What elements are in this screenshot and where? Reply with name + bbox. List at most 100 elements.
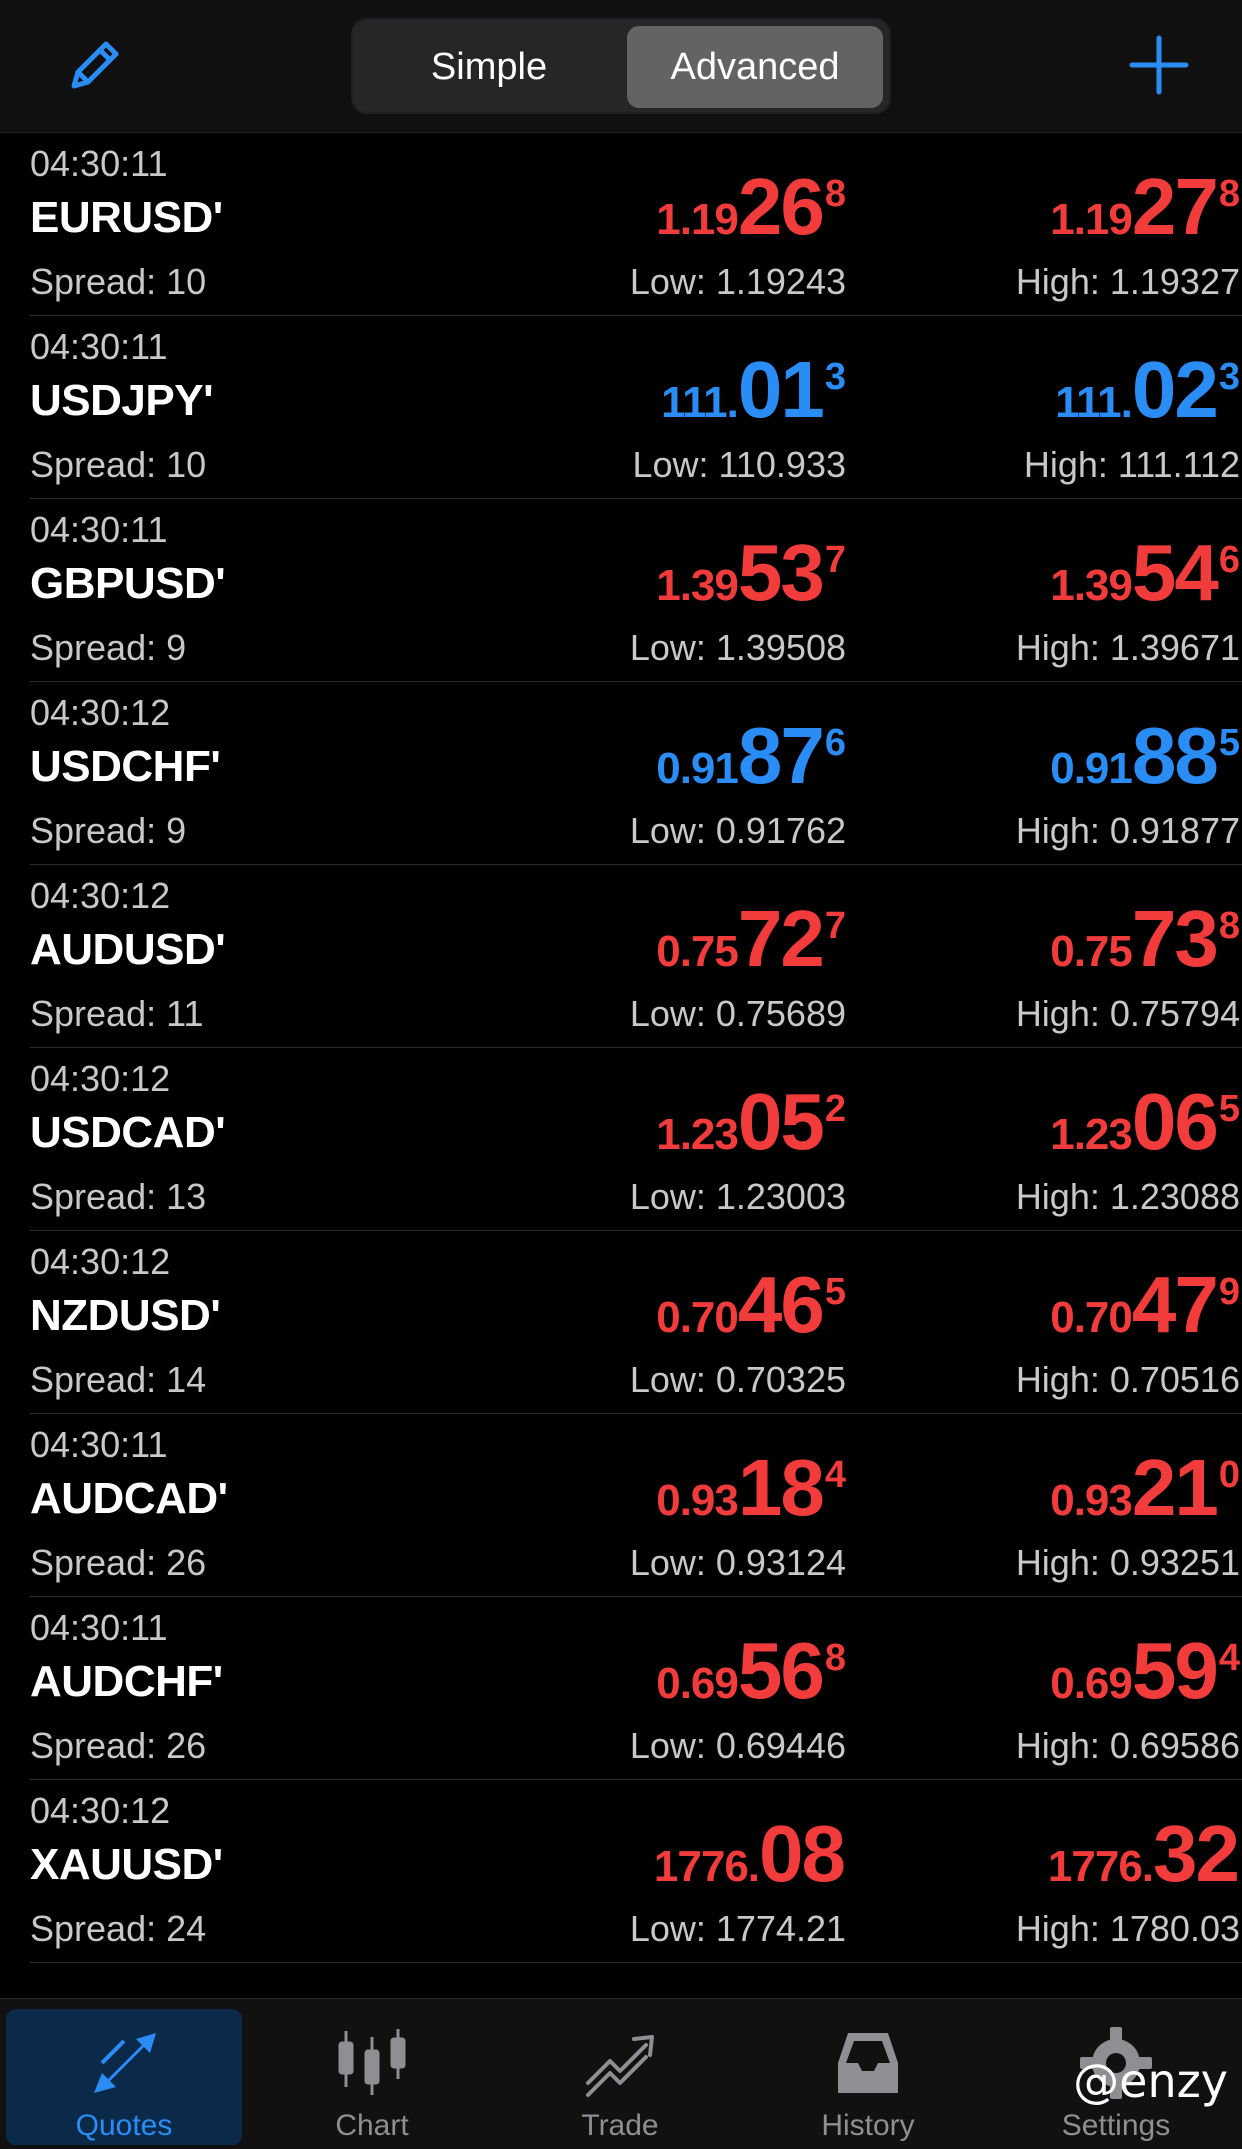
quote-time: 04:30:12 <box>30 1241 171 1282</box>
tab-history[interactable]: History <box>750 2009 986 2145</box>
quote-high: High: 0.93251 <box>1015 1542 1240 1583</box>
quote-row[interactable]: 04:30:12 XAUUSD' Spread: 24 1776.08 1776.32 L… <box>30 1780 1242 1963</box>
edit-button[interactable] <box>60 30 130 100</box>
bid-price-pips: 87 <box>737 711 825 800</box>
quote-time: 04:30:11 <box>30 509 168 550</box>
quote-row[interactable]: 04:30:12 USDCHF' Spread: 9 0.91876 0.91885 Lo… <box>30 682 1242 865</box>
quote-high: High: 1.39671 <box>1015 627 1240 668</box>
bid-price-prefix: 111. <box>661 378 739 427</box>
ask-price-pips: 27 <box>1131 162 1219 251</box>
bid-price[interactable]: 0.93184 <box>656 1448 846 1528</box>
ask-price-fraction: 8 <box>1218 173 1240 215</box>
bid-price[interactable]: 0.69568 <box>656 1631 846 1711</box>
quote-low: Low: 1.23003 <box>629 1176 846 1217</box>
quote-symbol: AUDUSD' <box>30 925 226 974</box>
tab-label-history: History <box>821 2109 915 2142</box>
bid-price-prefix: 0.75 <box>656 927 739 976</box>
bid-price-prefix: 0.93 <box>656 1476 739 1525</box>
bid-price-prefix: 1.23 <box>656 1110 739 1159</box>
bid-price[interactable]: 1.39537 <box>656 533 846 613</box>
quote-low: Low: 0.69446 <box>629 1725 846 1766</box>
tab-label-trade: Trade <box>581 2109 659 2142</box>
ask-price-prefix: 1.39 <box>1050 561 1133 610</box>
bid-price[interactable]: 0.91876 <box>656 716 846 796</box>
quote-spread: Spread: 10 <box>30 261 207 302</box>
ask-price-pips: 32 <box>1153 1809 1240 1898</box>
ask-price-fraction: 3 <box>1218 356 1240 398</box>
quote-row[interactable]: 04:30:12 USDCAD' Spread: 13 1.23052 1.23065 L… <box>30 1048 1242 1231</box>
quote-spread: Spread: 24 <box>30 1908 207 1949</box>
bid-price[interactable]: 1.23052 <box>656 1082 846 1162</box>
quote-high: High: 1.19327 <box>1015 261 1240 302</box>
bid-price-prefix: 0.91 <box>656 744 739 793</box>
quote-row[interactable]: 04:30:12 AUDUSD' Spread: 11 0.75727 0.75738 L… <box>30 865 1242 1048</box>
ask-price-prefix: 0.93 <box>1050 1476 1133 1525</box>
quote-time: 04:30:12 <box>30 875 171 916</box>
ask-price-pips: 21 <box>1131 1443 1219 1532</box>
bid-price-prefix: 0.69 <box>656 1659 739 1708</box>
ask-price[interactable]: 1776.32 <box>1048 1814 1240 1894</box>
inbox-tray-icon <box>838 2033 898 2093</box>
quote-low: Low: 110.933 <box>632 444 846 485</box>
quote-low: Low: 0.91762 <box>629 810 846 851</box>
bid-price[interactable]: 1776.08 <box>654 1814 846 1894</box>
bid-price-pips: 26 <box>737 162 825 251</box>
top-toolbar: Simple Advanced <box>0 0 1242 133</box>
quote-row[interactable]: 04:30:11 AUDCAD' Spread: 26 0.93184 0.93210 L… <box>30 1414 1242 1597</box>
bid-price-fraction: 6 <box>824 722 846 764</box>
ask-price[interactable]: 111.023 <box>1055 350 1240 430</box>
bid-price[interactable]: 111.013 <box>661 350 846 430</box>
quote-spread: Spread: 26 <box>30 1542 207 1583</box>
ask-price[interactable]: 0.75738 <box>1050 899 1240 979</box>
ask-price[interactable]: 0.69594 <box>1050 1631 1240 1711</box>
bid-price-fraction: 2 <box>824 1088 846 1130</box>
ask-price[interactable]: 1.39546 <box>1050 533 1240 613</box>
tab-label-quotes: Quotes <box>75 2109 173 2142</box>
quote-time: 04:30:12 <box>30 692 171 733</box>
ask-price[interactable]: 0.91885 <box>1050 716 1240 796</box>
ask-price-pips: 88 <box>1131 711 1219 800</box>
bid-price-prefix: 1.39 <box>656 561 739 610</box>
ask-price-prefix: 0.69 <box>1050 1659 1133 1708</box>
tab-chart[interactable]: Chart <box>254 2009 490 2145</box>
bid-price-fraction: 7 <box>824 905 846 947</box>
bid-price-fraction: 8 <box>824 173 846 215</box>
ask-price[interactable]: 0.70479 <box>1050 1265 1240 1345</box>
candlestick-chart-icon <box>338 2029 406 2095</box>
bid-price-prefix: 0.70 <box>656 1293 739 1342</box>
bid-price[interactable]: 0.70465 <box>656 1265 846 1345</box>
bid-price-fraction: 8 <box>824 1637 846 1679</box>
ask-price[interactable]: 0.93210 <box>1050 1448 1240 1528</box>
ask-price-prefix: 111. <box>1055 378 1133 427</box>
quote-high: High: 0.91877 <box>1015 810 1240 851</box>
watermark-text: @enzy <box>1073 2054 1228 2108</box>
bid-price-prefix: 1.19 <box>656 195 739 244</box>
ask-price-prefix: 0.91 <box>1050 744 1133 793</box>
bid-price-pips: 01 <box>737 345 825 434</box>
bid-price-pips: 08 <box>759 1809 846 1898</box>
quote-row[interactable]: 04:30:11 GBPUSD' Spread: 9 1.39537 1.39546 Lo… <box>30 499 1242 682</box>
quote-high: High: 111.112 <box>1023 444 1240 485</box>
quote-low: Low: 1.19243 <box>629 261 846 302</box>
ask-price-fraction: 5 <box>1218 1088 1240 1130</box>
quote-row[interactable]: 04:30:11 AUDCHF' Spread: 26 0.69568 0.69594 L… <box>30 1597 1242 1780</box>
ask-price-pips: 59 <box>1131 1626 1219 1715</box>
bid-price[interactable]: 0.75727 <box>656 899 846 979</box>
add-symbol-button[interactable] <box>1126 32 1192 98</box>
bid-price-fraction: 5 <box>824 1271 846 1313</box>
tab-quotes[interactable]: Quotes <box>6 2009 242 2145</box>
segment-advanced[interactable]: Advanced <box>627 26 883 108</box>
segment-simple[interactable]: Simple <box>359 26 619 108</box>
ask-price-pips: 47 <box>1131 1260 1219 1349</box>
bid-price-pips: 72 <box>737 894 825 983</box>
quote-low: Low: 1.39508 <box>629 627 846 668</box>
ask-price-fraction: 0 <box>1218 1454 1240 1496</box>
ask-price[interactable]: 1.19278 <box>1050 167 1240 247</box>
quote-row[interactable]: 04:30:12 NZDUSD' Spread: 14 0.70465 0.70479 L… <box>30 1231 1242 1414</box>
ask-price[interactable]: 1.23065 <box>1050 1082 1240 1162</box>
tab-trade[interactable]: Trade <box>502 2009 738 2145</box>
quote-row[interactable]: 04:30:11 USDJPY' Spread: 10 111.013 111.023 L… <box>30 316 1242 499</box>
quote-time: 04:30:11 <box>30 143 168 184</box>
quote-row[interactable]: 04:30:11 EURUSD' Spread: 10 1.19268 1.19278 L… <box>30 133 1242 316</box>
bid-price[interactable]: 1.19268 <box>656 167 846 247</box>
